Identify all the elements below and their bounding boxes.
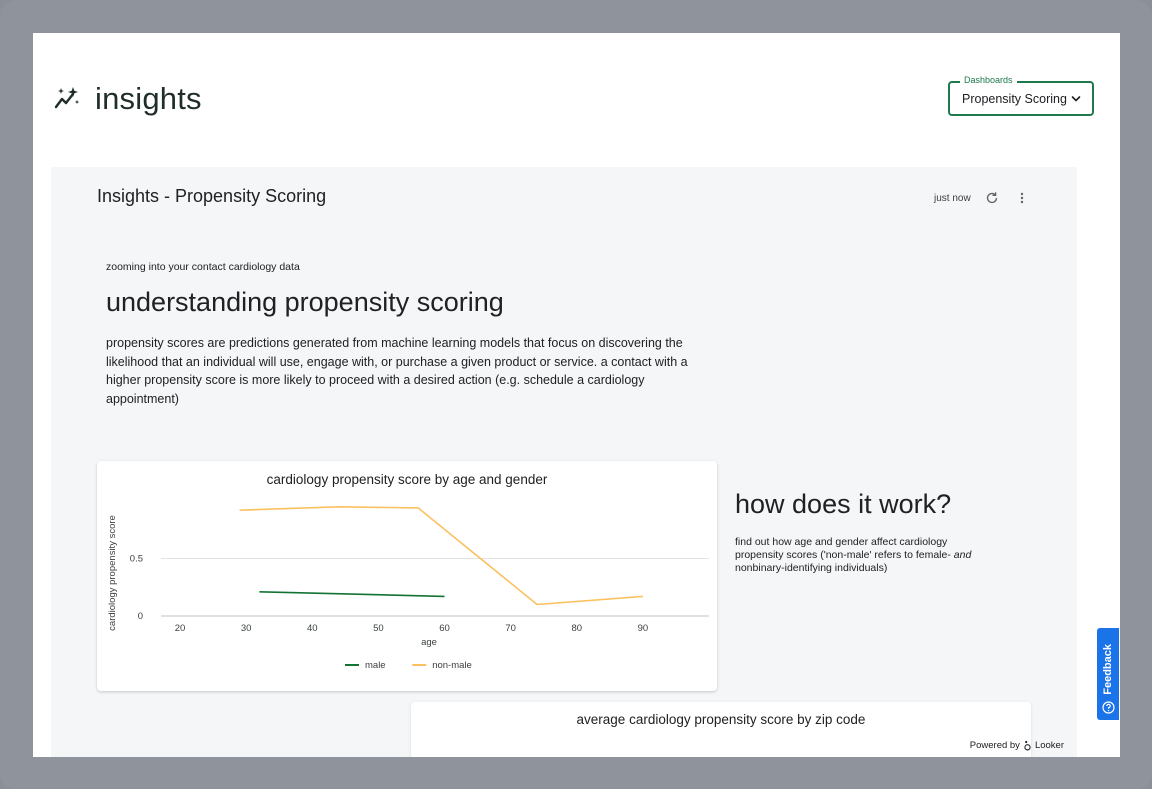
sparkle-insights-icon [54, 87, 79, 109]
brand: insights [53, 81, 202, 117]
series-line-non-male[interactable] [239, 505, 643, 606]
how-body-text: find out how age and gender affect cardi… [735, 536, 954, 561]
feedback-label: Feedback [1102, 644, 1114, 695]
dashboards-select-value: Propensity Scoring [962, 91, 1067, 106]
propensity-line-chart: cardiology propensity score by age and g… [107, 472, 709, 671]
powered-by-looker: Powered by Looker [970, 740, 1064, 751]
refresh-button[interactable] [983, 189, 1001, 207]
feedback-button[interactable]: Feedback [1097, 628, 1119, 720]
dashboard-panel: Insights - Propensity Scoring just now z… [51, 167, 1077, 757]
app-window: insights Dashboards Propensity Scoring I… [33, 33, 1120, 757]
powered-by-text: Powered by [969, 740, 1020, 751]
x-tick-label: 70 [505, 623, 516, 634]
x-tick-label: 50 [373, 623, 384, 634]
intro-body: propensity scores are predictions genera… [106, 336, 688, 406]
zip-code-chart-title: average cardiology propensity score by z… [576, 712, 866, 727]
legend-label-non-male[interactable]: non-male [432, 660, 472, 671]
refresh-icon [986, 192, 997, 204]
x-tick-label: 30 [241, 623, 252, 634]
dashboards-select-label: Dashboards [960, 75, 1017, 85]
dashboard-meta: just now [934, 189, 1031, 207]
last-updated-text: just now [934, 192, 971, 204]
x-tick-label: 60 [439, 623, 450, 634]
intro-heading: understanding propensity scoring [106, 287, 504, 317]
legend-label-male[interactable]: male [365, 660, 386, 671]
series-line-male[interactable] [259, 591, 445, 598]
more-options-button[interactable] [1013, 189, 1031, 207]
chevron-down-icon [1071, 95, 1081, 101]
dashboards-select[interactable]: Dashboards Propensity Scoring [948, 75, 1094, 116]
looker-logo-icon [1024, 740, 1031, 751]
x-tick-label: 20 [175, 623, 186, 634]
app-title: insights [95, 81, 202, 116]
propensity-chart-card: cardiology propensity score by age and g… [97, 461, 717, 691]
how-body-text-end: nonbinary-identifying individuals) [735, 562, 888, 574]
feedback-help-icon [1101, 701, 1115, 714]
zip-code-chart-card: average cardiology propensity score by z… [411, 702, 1031, 757]
x-tick-label: 90 [638, 623, 649, 634]
x-axis-label: age [421, 637, 437, 648]
chart-title: cardiology propensity score by age and g… [267, 472, 548, 487]
y-axis-label: cardiology propensity score [107, 515, 118, 631]
how-body-emphasis: and [953, 549, 972, 561]
how-body: find out how age and gender affect cardi… [735, 536, 995, 575]
y-tick-label: 0.5 [130, 554, 143, 565]
intro-kicker: zooming into your contact cardiology dat… [106, 261, 300, 273]
more-vert-icon [1020, 192, 1023, 204]
x-tick-label: 80 [571, 623, 582, 634]
x-tick-label: 40 [307, 623, 318, 634]
dashboard-title: Insights - Propensity Scoring [97, 186, 327, 206]
looker-text: Looker [1034, 740, 1064, 751]
how-heading: how does it work? [735, 489, 952, 519]
y-tick-label: 0 [138, 611, 143, 622]
